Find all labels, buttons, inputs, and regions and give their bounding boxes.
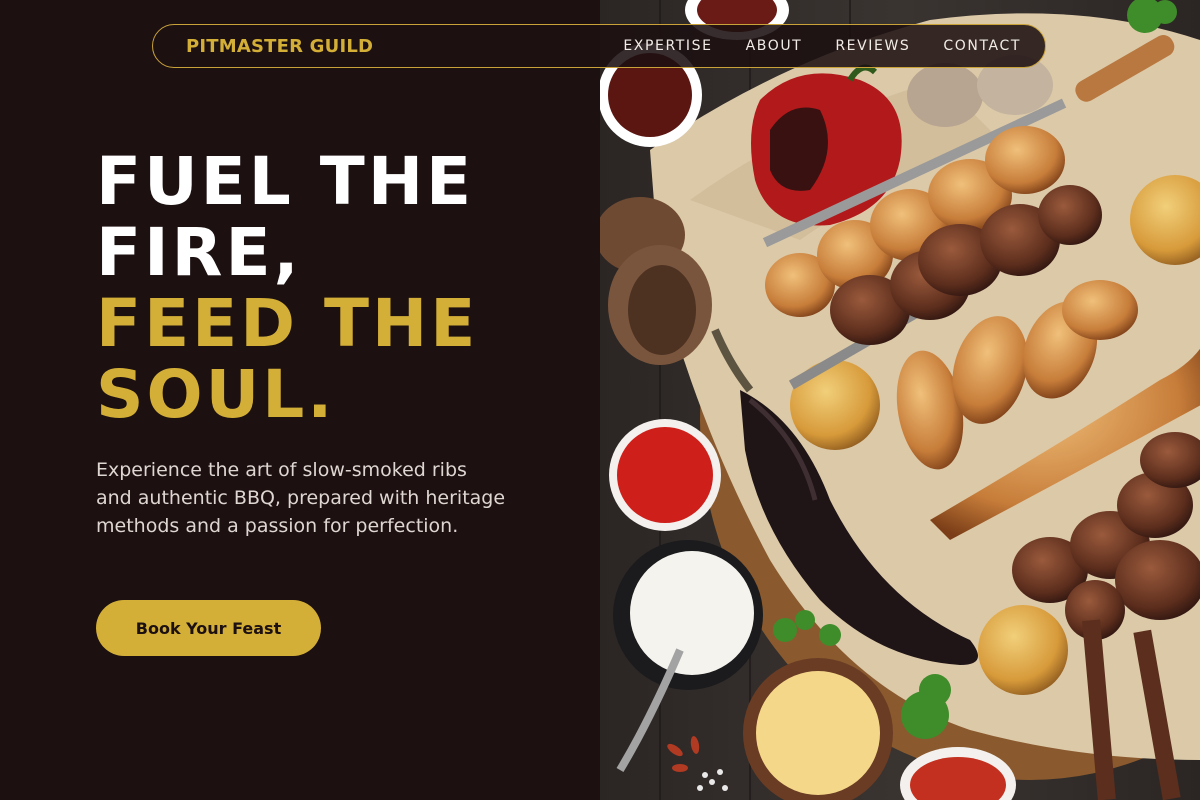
brand-logo[interactable]: PITMASTER GUILD: [186, 36, 373, 57]
nav-link-expertise[interactable]: EXPERTISE: [623, 38, 712, 54]
nav-links: EXPERTISE ABOUT REVIEWS CONTACT: [590, 38, 1021, 54]
hero-title-line-3: FEED THE: [96, 285, 479, 362]
bbq-platter-photo: [600, 0, 1200, 800]
hero-subtitle: Experience the art of slow-smoked ribs a…: [96, 459, 506, 537]
book-feast-button[interactable]: Book Your Feast: [96, 600, 321, 656]
hero-title-line-2: FIRE,: [96, 214, 302, 291]
top-navbar: PITMASTER GUILD EXPERTISE ABOUT REVIEWS …: [152, 24, 1046, 68]
nav-link-contact[interactable]: CONTACT: [943, 38, 1021, 54]
nav-link-reviews[interactable]: REVIEWS: [835, 38, 910, 54]
hero-title-line-1: FUEL THE: [96, 143, 475, 220]
nav-link-about[interactable]: ABOUT: [746, 38, 803, 54]
hero-title: FUEL THE FIRE, FEED THE SOUL.: [96, 146, 576, 430]
hero-title-line-4: SOUL.: [96, 356, 336, 433]
